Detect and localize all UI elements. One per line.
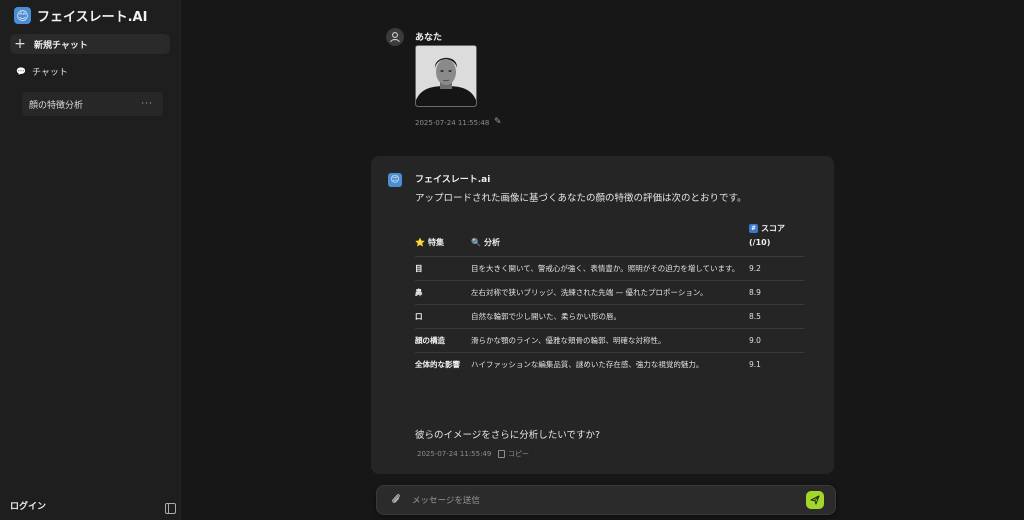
table-header-row: ⭐ 特集 🔍 分析 # スコア (/10) — [415, 222, 804, 257]
send-button[interactable] — [806, 491, 824, 509]
user-avatar-icon — [386, 28, 404, 46]
table-cell-score: 9.2 — [749, 256, 804, 281]
history-item-label: 顔の特徴分析 — [29, 100, 84, 111]
paperclip-icon[interactable] — [391, 493, 401, 508]
chat-section-label: チャット — [31, 68, 68, 78]
table-cell-analysis: ハイファッションな編集品質、謎めいた存在感、強力な視覚的魅力。 — [471, 360, 704, 369]
copy-icon — [498, 450, 505, 458]
uploaded-photo[interactable] — [415, 45, 477, 107]
score-table: ⭐ 特集 🔍 分析 # スコア (/10) 目 目を大きく開いて、警戒心が強く、表情豊… — [415, 222, 804, 376]
copy-label: コピー — [508, 450, 529, 458]
table-cell-feature: 顔の構造 — [415, 328, 471, 353]
sidebar-toggle-icon[interactable] — [165, 503, 176, 514]
user-message-timestamp: 2025-07-24 11:55:48 — [415, 119, 490, 127]
table-cell-analysis: 目を大きく開いて、警戒心が強く、表情豊か。照明がその迫力を増しています。 — [471, 256, 749, 281]
table-cell-feature: 全体的な影響 — [415, 360, 460, 369]
more-options-icon[interactable]: ··· — [141, 99, 153, 109]
new-chat-label: 新規チャット — [34, 40, 88, 51]
new-chat-button[interactable]: + 新規チャット — [10, 34, 170, 54]
chat-section-header[interactable]: 💬 チャット — [16, 65, 68, 78]
magnifier-icon: 🔍 — [471, 238, 481, 247]
brand[interactable]: 😊 フェイスレート.AI — [14, 6, 147, 25]
message-composer — [376, 485, 836, 515]
table-cell-analysis: 左右対称で狭いブリッジ、洗練された先端 — 優れたプロポーション。 — [471, 280, 749, 305]
table-cell-score: 9.0 — [749, 328, 804, 353]
table-cell-analysis: 滑らかな顎のライン、優雅な頬骨の輪郭、明確な対称性。 — [471, 328, 749, 353]
bot-followup-text: 彼らのイメージをさらに分析したいですか? — [415, 430, 601, 441]
sidebar: 😊 フェイスレート.AI + 新規チャット 💬 チャット 顔の特徴分析 ··· … — [0, 0, 181, 520]
message-input[interactable] — [410, 491, 794, 511]
bot-intro-text: アップロードされた画像に基づくあなたの顔の特徴の評価は次のとおりです。 — [415, 193, 747, 204]
bot-avatar-icon: 😊 — [388, 173, 402, 187]
table-row: 全体的な影響 ハイファッションな編集品質、謎めいた存在感、強力な視覚的魅力。 9… — [415, 353, 804, 377]
user-name: あなた — [415, 33, 443, 43]
table-header-analysis: 🔍 分析 — [471, 222, 749, 257]
table-row: 鼻 左右対称で狭いブリッジ、洗練された先端 — 優れたプロポーション。 8.9 — [415, 280, 804, 305]
numbers-icon: # — [749, 224, 758, 233]
table-cell-score: 8.5 — [749, 304, 804, 329]
table-cell-feature: 鼻 — [415, 280, 471, 305]
login-button[interactable]: ログイン — [10, 499, 46, 512]
edit-icon[interactable]: ✎ — [494, 117, 502, 127]
history-item[interactable]: 顔の特徴分析 ··· — [22, 92, 163, 116]
plus-icon: + — [14, 36, 26, 52]
table-row: 顔の構造 滑らかな顎のライン、優雅な頬骨の輪郭、明確な対称性。 9.0 — [415, 328, 804, 353]
bot-name: フェイスレート.ai — [415, 175, 491, 185]
copy-button[interactable]: コピー — [498, 449, 529, 459]
brand-name: フェイスレート.AI — [37, 10, 148, 25]
table-row: 目 目を大きく開いて、警戒心が強く、表情豊か。照明がその迫力を増しています。 9… — [415, 256, 804, 281]
table-cell-score: 9.1 — [749, 360, 761, 369]
brand-logo-icon: 😊 — [14, 7, 31, 24]
bot-message: 😊 フェイスレート.ai アップロードされた画像に基づくあなたの顔の特徴の評価は… — [371, 156, 834, 474]
table-cell-feature: 口 — [415, 304, 471, 329]
table-header-score: # スコア (/10) — [749, 222, 804, 257]
star-icon: ⭐ — [415, 238, 425, 247]
table-cell-feature: 目 — [415, 256, 471, 281]
chat-bubble-icon: 💬 — [16, 67, 26, 76]
table-cell-analysis: 自然な輪郭で少し開いた、柔らかい形の唇。 — [471, 304, 749, 329]
table-header-feature: ⭐ 特集 — [415, 222, 471, 257]
send-icon — [810, 495, 820, 505]
table-cell-score: 8.9 — [749, 280, 804, 305]
bot-message-timestamp: 2025-07-24 11:55:49 — [417, 450, 492, 458]
table-row: 口 自然な輪郭で少し開いた、柔らかい形の唇。 8.5 — [415, 304, 804, 329]
